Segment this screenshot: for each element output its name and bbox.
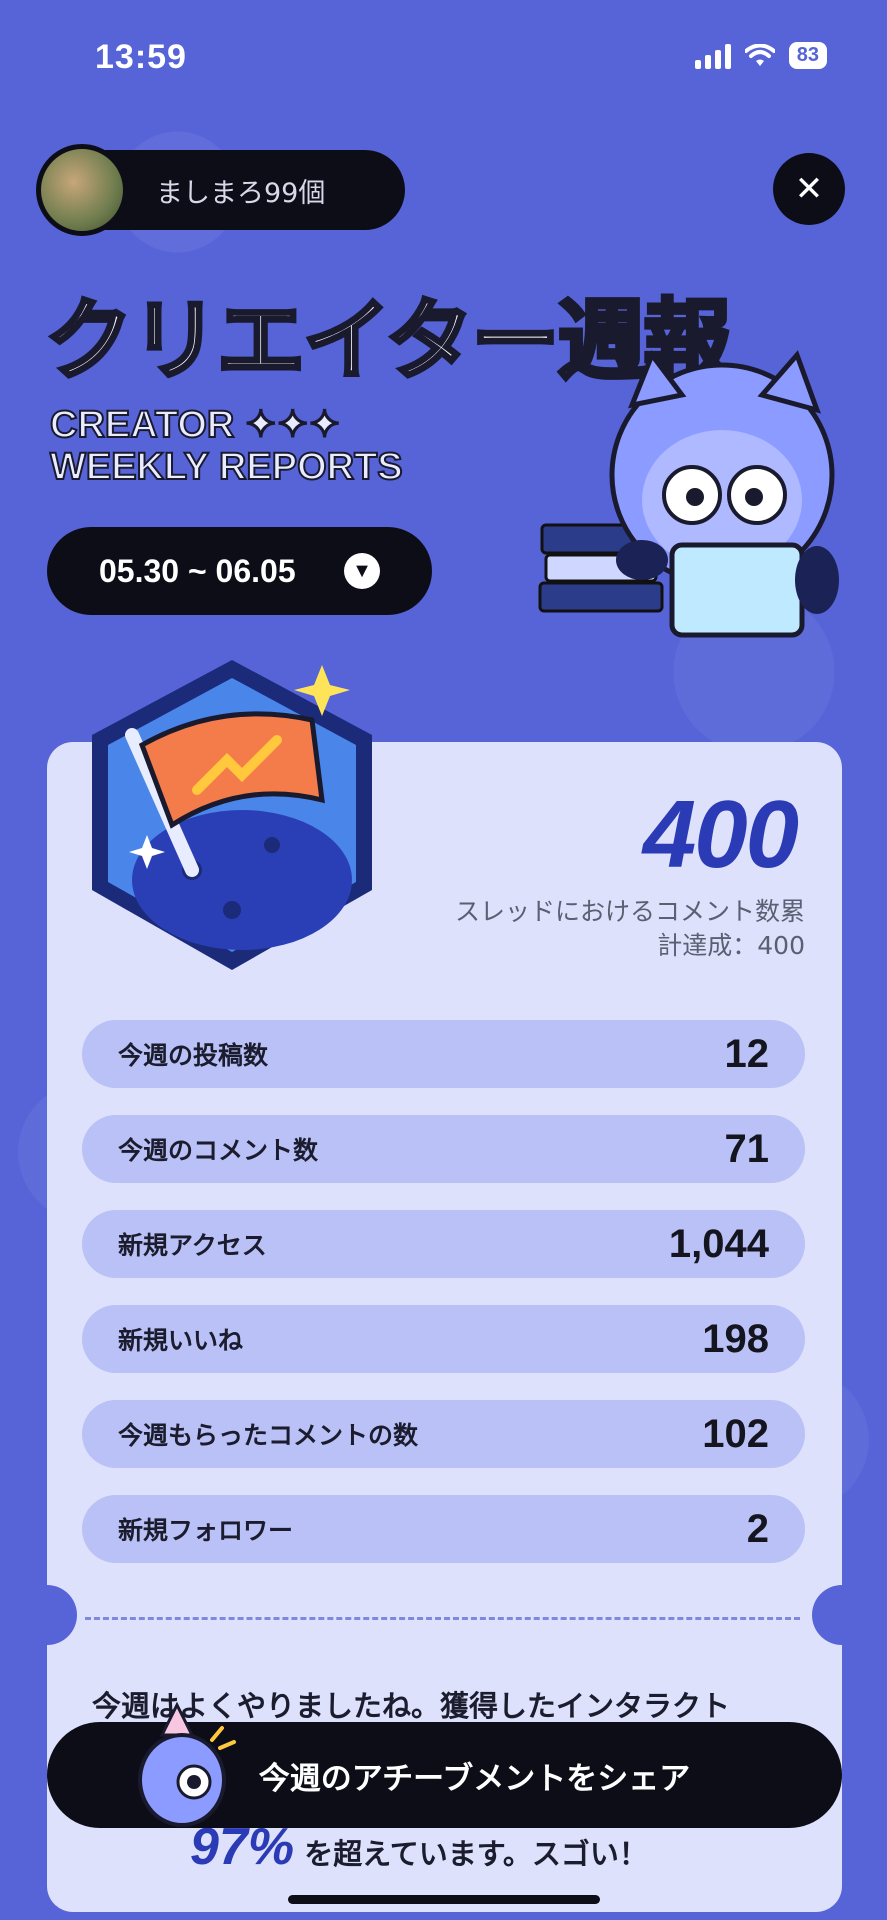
subtitle-line1: CREATOR ✦✦✦ xyxy=(49,403,341,447)
stat-value: 2 xyxy=(746,1506,769,1551)
stat-value: 198 xyxy=(702,1316,769,1361)
achievement-caption: スレッドにおけるコメント数累 計達成：400 xyxy=(385,895,805,963)
profile-pill[interactable]: ましまろ99個 xyxy=(36,144,405,236)
stat-row-new-followers: 新規フォロワー 2 xyxy=(82,1495,805,1563)
close-button[interactable]: ✕ xyxy=(773,153,845,225)
achievement-value: 400 xyxy=(642,781,799,888)
close-icon: ✕ xyxy=(794,169,824,209)
status-bar: 13:59 83 xyxy=(0,0,887,115)
mascot-illustration xyxy=(538,349,839,638)
stats-list: 今週の投稿数 12 今週のコメント数 71 新規アクセス 1,044 新規いいね… xyxy=(82,1020,805,1590)
wifi-icon xyxy=(744,43,775,66)
stat-value: 71 xyxy=(724,1126,770,1171)
achievement-caption-line2: 計達成：400 xyxy=(657,930,805,960)
status-time: 13:59 xyxy=(95,38,187,76)
profile-name: ましまろ99個 xyxy=(156,177,326,209)
divider xyxy=(85,1617,800,1620)
stat-label: 新規アクセス xyxy=(118,1231,267,1260)
share-button-label: 今週のアチーブメントをシェア xyxy=(258,1760,691,1797)
status-icons: 83 xyxy=(694,42,827,69)
stat-label: 今週の投稿数 xyxy=(118,1041,269,1070)
stat-row-new-access: 新規アクセス 1,044 xyxy=(82,1210,805,1278)
stat-label: 新規いいね xyxy=(118,1326,244,1355)
card-notch-left xyxy=(17,1585,77,1645)
battery-icon: 83 xyxy=(788,42,827,69)
date-range-selector[interactable]: 05.30 ~ 06.05 ▼ xyxy=(47,527,432,615)
avatar xyxy=(36,144,128,236)
stat-value: 12 xyxy=(724,1031,770,1076)
stat-row-posts: 今週の投稿数 12 xyxy=(82,1020,805,1088)
title-main-text: クリエイター xyxy=(43,287,561,394)
subtitle-en: CREATOR ✦✦✦ WEEKLY REPORTS xyxy=(49,403,404,489)
stat-value: 1,044 xyxy=(668,1221,769,1266)
card-notch-right xyxy=(812,1585,872,1645)
date-range-label: 05.30 ~ 06.05 xyxy=(99,552,296,589)
achievement-badge-icon xyxy=(92,660,372,970)
subtitle-line2: WEEKLY REPORTS xyxy=(49,445,404,489)
home-indicator xyxy=(288,1895,600,1904)
stat-value: 102 xyxy=(702,1411,769,1456)
stat-label: 今週もらったコメントの数 xyxy=(118,1421,419,1450)
stat-row-new-likes: 新規いいね 198 xyxy=(82,1305,805,1373)
stat-row-comments: 今週のコメント数 71 xyxy=(82,1115,805,1183)
chevron-down-icon: ▼ xyxy=(344,553,380,589)
summary-line2: を超えています。スゴい！ xyxy=(304,1837,648,1871)
stat-row-received-comments: 今週もらったコメントの数 102 xyxy=(82,1400,805,1468)
cellular-signal-icon xyxy=(694,43,731,69)
stat-label: 新規フォロワー xyxy=(118,1516,294,1545)
achievement-caption-line1: スレッドにおけるコメント数累 xyxy=(454,897,805,926)
share-mascot-icon xyxy=(138,1701,236,1827)
stat-label: 今週のコメント数 xyxy=(118,1136,319,1165)
